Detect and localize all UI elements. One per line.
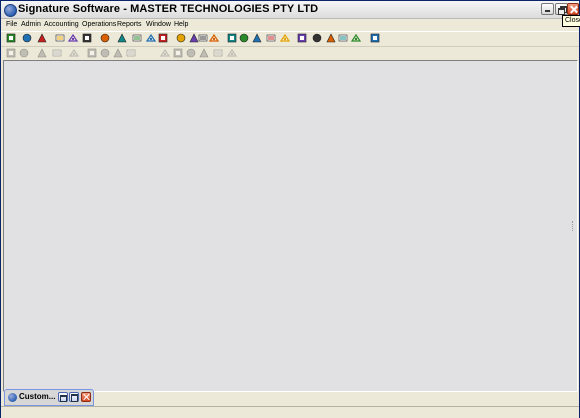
close-tooltip: Close <box>562 15 580 27</box>
add-warning-icon[interactable] <box>19 48 29 58</box>
app-icon[interactable] <box>4 4 17 17</box>
first-record-icon[interactable] <box>87 48 97 58</box>
child-window-icon[interactable] <box>8 393 17 402</box>
child-close-button[interactable] <box>81 392 91 402</box>
menu-operations[interactable]: Operations <box>82 19 116 30</box>
sparkle-icon[interactable] <box>266 33 276 43</box>
book-stack-icon[interactable] <box>239 33 249 43</box>
menu-help[interactable]: Help <box>174 19 188 30</box>
pen-icon[interactable] <box>146 33 156 43</box>
menu-window[interactable]: Window <box>146 19 171 30</box>
phone-icon[interactable] <box>132 33 142 43</box>
delete-record-icon[interactable] <box>186 48 196 58</box>
refresh-icon[interactable] <box>280 33 290 43</box>
checkmark-document-icon[interactable] <box>82 33 92 43</box>
edit-record-icon[interactable] <box>173 48 183 58</box>
people-icon[interactable] <box>100 33 110 43</box>
red-arrows-icon[interactable] <box>68 33 78 43</box>
cancel-record-icon[interactable] <box>213 48 223 58</box>
stamp-icon[interactable] <box>351 33 361 43</box>
menu-bar: File Admin Accounting Operations Reports… <box>1 19 579 30</box>
last-record-icon[interactable] <box>126 48 136 58</box>
child-restore-button[interactable] <box>58 392 68 402</box>
save-record-icon[interactable] <box>199 48 209 58</box>
record-toolbar <box>1 46 579 60</box>
child-window-title: Custom... <box>19 392 56 401</box>
eraser-icon[interactable] <box>297 33 307 43</box>
title-bar[interactable]: Signature Software - MASTER TECHNOLOGIES… <box>1 1 579 19</box>
running-man-icon[interactable] <box>6 33 16 43</box>
pencil-edit-icon[interactable] <box>176 33 186 43</box>
next-record-icon[interactable] <box>113 48 123 58</box>
printer-icon[interactable] <box>326 33 336 43</box>
eraser-icon[interactable] <box>52 48 62 58</box>
window-title: Signature Software - MASTER TECHNOLOGIES… <box>18 3 319 15</box>
moon-icon[interactable] <box>158 33 168 43</box>
check-box-icon[interactable] <box>312 33 322 43</box>
menu-reports[interactable]: Reports <box>117 19 142 30</box>
status-bar <box>1 406 579 418</box>
lightning-icon[interactable] <box>198 33 208 43</box>
calendar-icon[interactable] <box>370 33 380 43</box>
calculator-icon[interactable] <box>37 33 47 43</box>
menu-accounting[interactable]: Accounting <box>44 19 79 30</box>
menu-file[interactable]: File <box>6 19 17 30</box>
book-icon[interactable] <box>55 33 65 43</box>
minimized-child-window[interactable]: Custom... <box>4 389 94 406</box>
exit-door-icon[interactable] <box>22 33 32 43</box>
print-icon[interactable] <box>37 48 47 58</box>
up-arrow-icon[interactable] <box>69 48 79 58</box>
truck-icon[interactable] <box>117 33 127 43</box>
exclamation-icon[interactable] <box>209 33 219 43</box>
bar-chart-icon[interactable] <box>227 33 237 43</box>
copy-window-icon[interactable] <box>338 33 348 43</box>
application-window: Signature Software - MASTER TECHNOLOGIES… <box>0 0 580 418</box>
prev-record-icon[interactable] <box>100 48 110 58</box>
menu-admin[interactable]: Admin <box>21 19 41 30</box>
refresh-record-icon[interactable] <box>227 48 237 58</box>
warning-icon[interactable] <box>6 48 16 58</box>
minimize-button[interactable] <box>541 3 554 15</box>
close-button[interactable] <box>567 3 579 15</box>
wrench-people-icon[interactable] <box>252 33 262 43</box>
add-record-icon[interactable] <box>160 48 170 58</box>
child-maximize-button[interactable] <box>69 392 79 402</box>
mdi-client-area[interactable] <box>3 60 578 392</box>
resize-grip[interactable] <box>572 221 576 231</box>
main-toolbar <box>1 31 579 46</box>
